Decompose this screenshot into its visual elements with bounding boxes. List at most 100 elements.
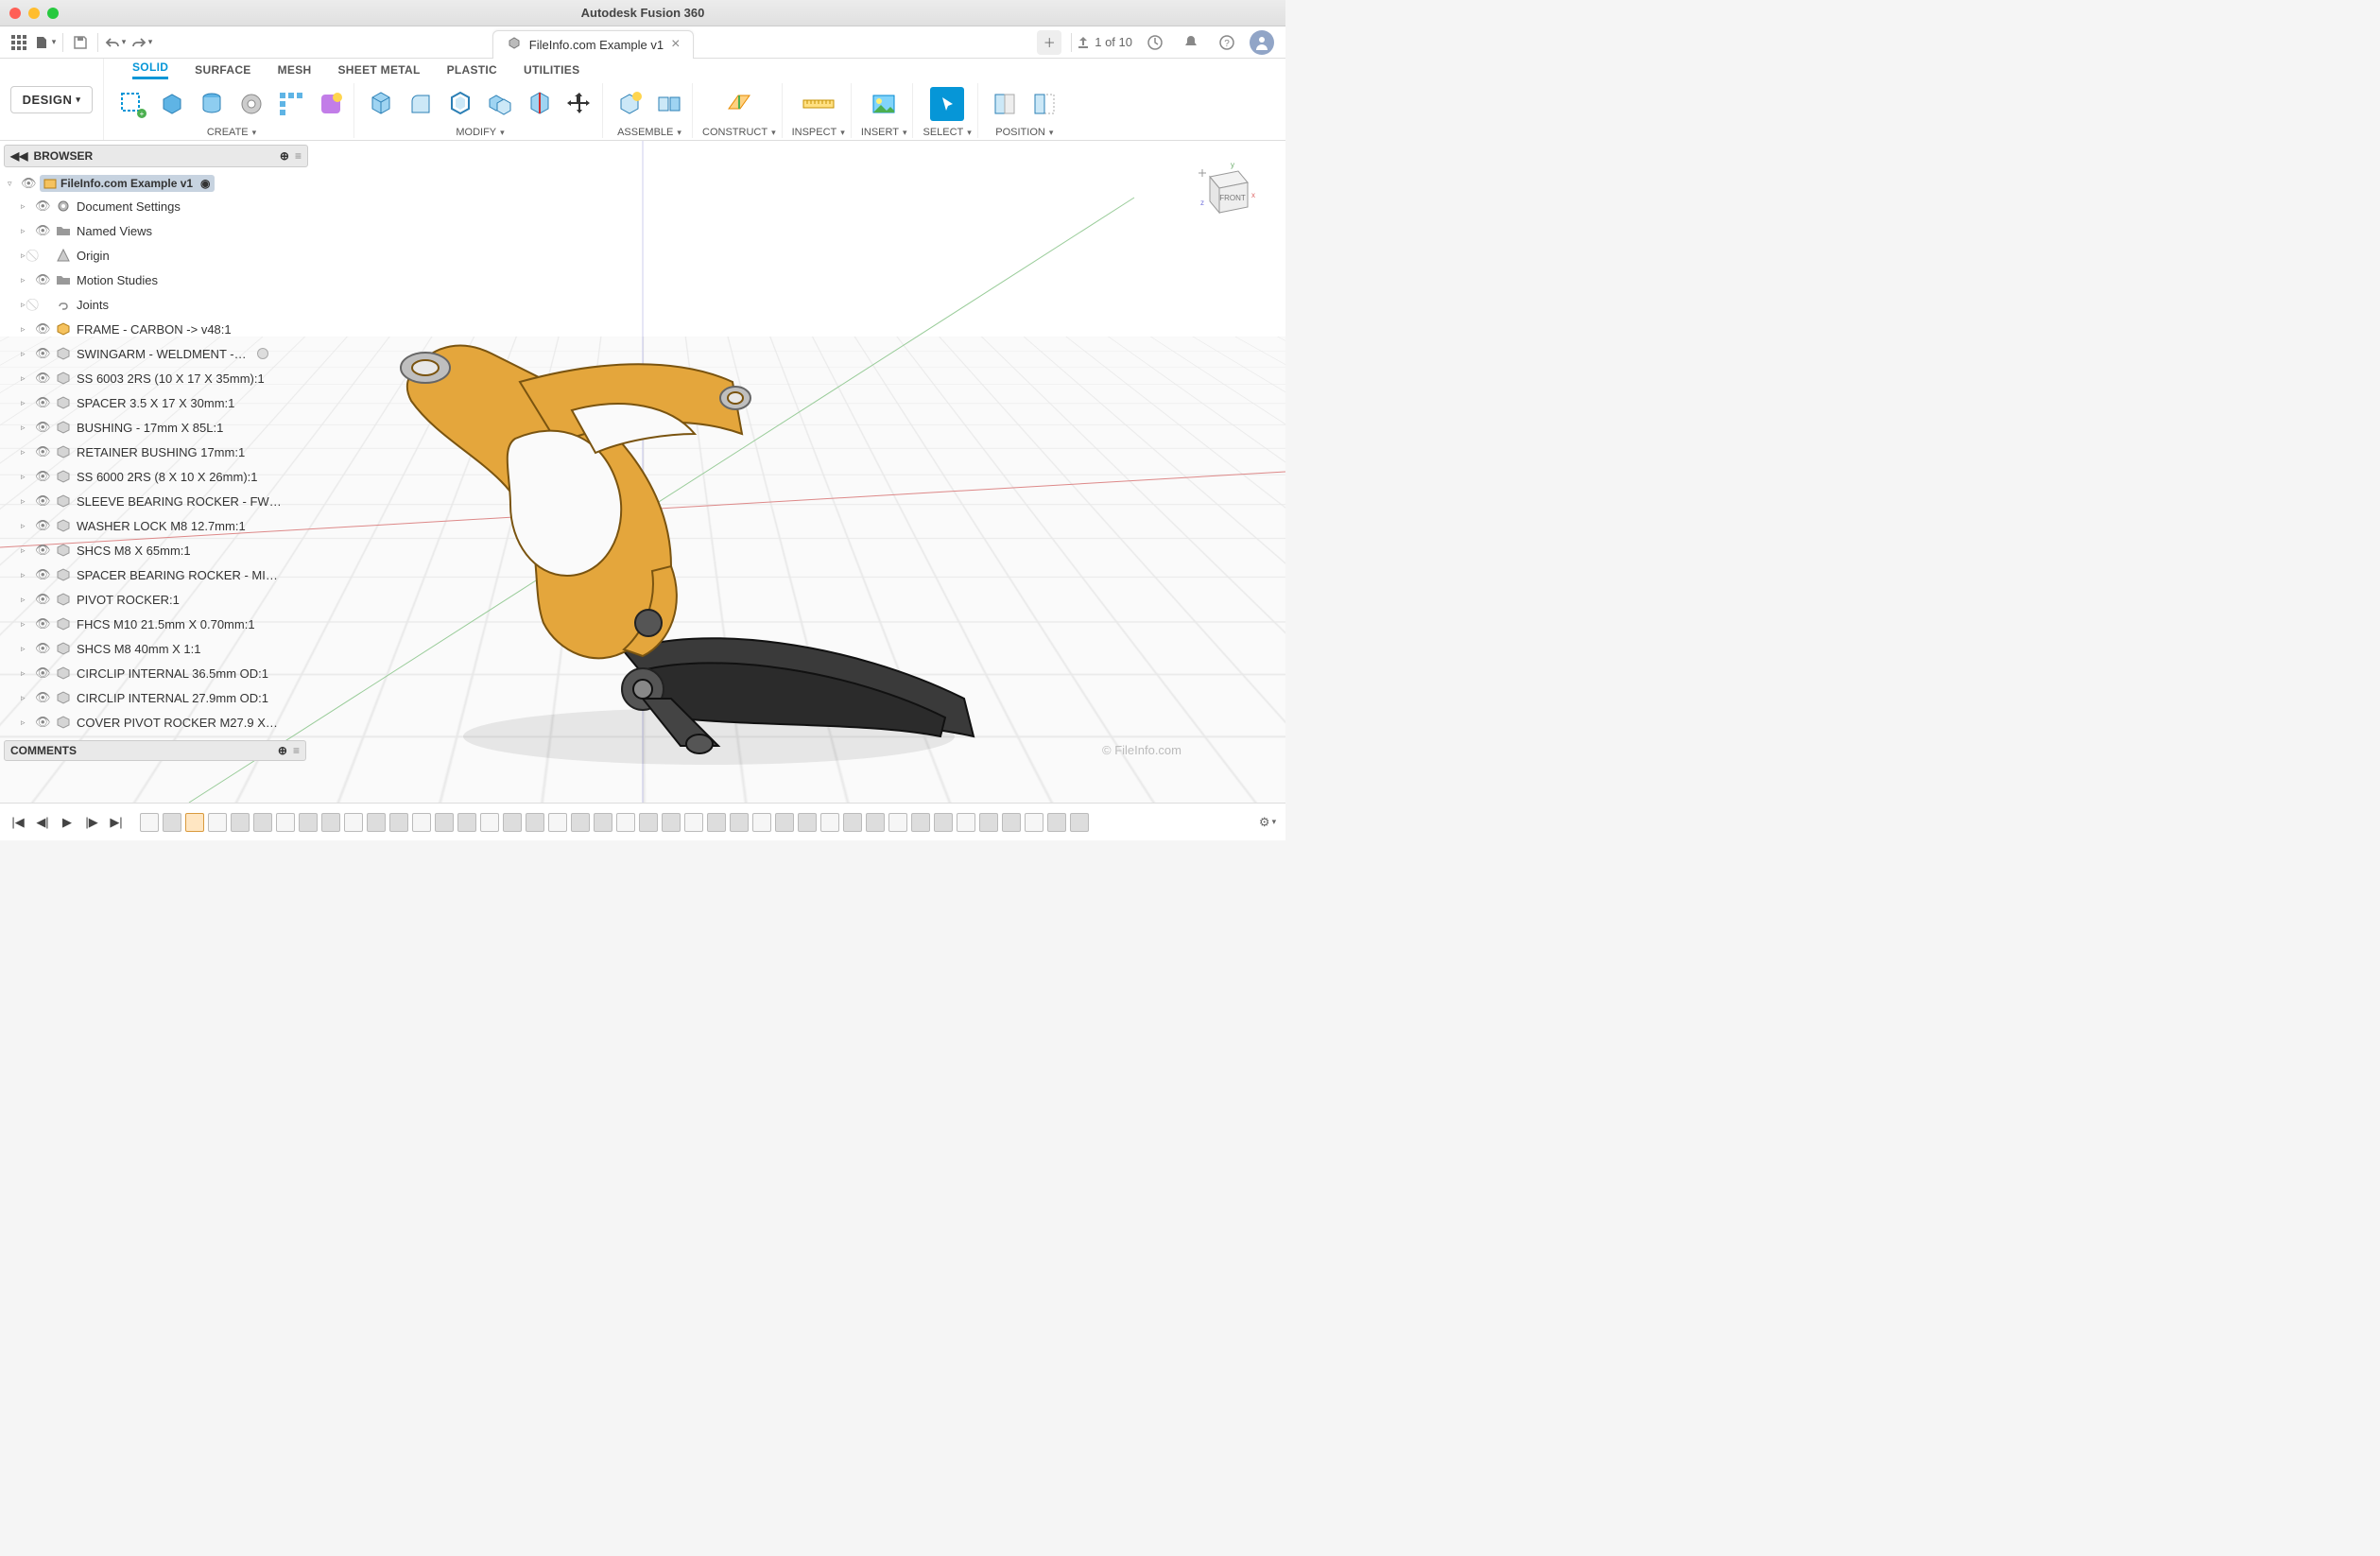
tree-node[interactable]: ▹👁SHCS M8 40mm X 1:1 (8, 636, 308, 661)
timeline-end-button[interactable]: ▶| (106, 812, 127, 833)
expand-icon[interactable]: ▹ (21, 373, 30, 384)
timeline-feature[interactable] (866, 813, 885, 832)
expand-icon[interactable]: ▹ (21, 324, 30, 335)
insert-derive-button[interactable] (867, 87, 901, 121)
tree-node[interactable]: ▹👁SPACER BEARING ROCKER - MI… (8, 562, 308, 587)
tree-node[interactable]: ▹👁SS 6000 2RS (8 X 10 X 26mm):1 (8, 464, 308, 489)
create-form-button[interactable] (155, 87, 189, 121)
combine-button[interactable] (483, 87, 517, 121)
undo-button[interactable] (102, 29, 129, 56)
pattern-button[interactable] (274, 87, 308, 121)
timeline-feature[interactable] (412, 813, 431, 832)
tab-sheet-metal[interactable]: SHEET METAL (338, 63, 421, 79)
workspace-button[interactable]: DESIGN▾ (10, 86, 94, 113)
expand-icon[interactable]: ▹ (21, 226, 30, 236)
expand-icon[interactable]: ▹ (21, 251, 30, 261)
timeline-step-back-button[interactable]: ◀| (32, 812, 53, 833)
expand-icon[interactable]: ▹ (21, 570, 30, 580)
visibility-icon[interactable]: ⃠ (35, 297, 50, 312)
timeline-feature[interactable] (321, 813, 340, 832)
timeline-feature[interactable] (435, 813, 454, 832)
timeline-feature[interactable] (775, 813, 794, 832)
tree-node[interactable]: ▹👁RETAINER BUSHING 17mm:1 (8, 440, 308, 464)
browser-search-icon[interactable]: ⊕ (280, 149, 289, 163)
tree-node[interactable]: ▹👁COVER PIVOT ROCKER M27.9 X… (8, 710, 308, 735)
timeline-features[interactable] (130, 813, 1253, 832)
new-tab-button[interactable]: ＋ (1037, 30, 1061, 55)
visibility-icon[interactable]: ⃠ (35, 248, 50, 263)
create-sketch-button[interactable]: + (115, 87, 149, 121)
group-insert-label[interactable]: INSERT (861, 127, 907, 138)
timeline-feature[interactable] (843, 813, 862, 832)
group-inspect-label[interactable]: INSPECT (792, 127, 845, 138)
tree-node[interactable]: ▹👁Motion Studies (8, 268, 308, 292)
visibility-icon[interactable]: 👁 (35, 371, 50, 386)
timeline-feature[interactable] (299, 813, 318, 832)
visibility-icon[interactable]: 👁 (35, 223, 50, 238)
position-revert-button[interactable] (1027, 87, 1061, 121)
tree-node[interactable]: ▹👁Document Settings (8, 194, 308, 218)
expand-icon[interactable]: ▹ (21, 398, 30, 408)
data-panel-button[interactable] (6, 29, 32, 56)
browser-header[interactable]: ◀◀ BROWSER ⊕ ≡ (4, 145, 308, 167)
revolve-button[interactable] (234, 87, 268, 121)
visibility-icon[interactable]: 👁 (35, 199, 50, 214)
timeline-feature[interactable] (820, 813, 839, 832)
save-button[interactable] (67, 29, 94, 56)
timeline-feature[interactable] (457, 813, 476, 832)
timeline-feature[interactable] (752, 813, 771, 832)
visibility-icon[interactable]: 👁 (35, 543, 50, 558)
timeline-feature[interactable] (571, 813, 590, 832)
timeline-feature[interactable] (1070, 813, 1089, 832)
timeline-feature[interactable] (163, 813, 181, 832)
timeline-feature[interactable] (344, 813, 363, 832)
tree-node[interactable]: ▹👁SPACER 3.5 X 17 X 30mm:1 (8, 390, 308, 415)
visibility-icon[interactable]: 👁 (35, 641, 50, 656)
tree-node[interactable]: ▹👁WASHER LOCK M8 12.7mm:1 (8, 513, 308, 538)
group-select-label[interactable]: SELECT (923, 127, 971, 138)
group-position-label[interactable]: POSITION (995, 127, 1053, 138)
expand-icon[interactable]: ▹ (21, 472, 30, 482)
timeline-options-button[interactable]: ⚙ (1257, 812, 1278, 833)
expand-icon[interactable]: ▿ (8, 179, 17, 189)
tree-node[interactable]: ▹👁BUSHING - 17mm X 85L:1 (8, 415, 308, 440)
visibility-icon[interactable]: 👁 (35, 346, 50, 361)
expand-icon[interactable]: ▹ (21, 668, 30, 679)
tree-node[interactable]: ▹👁SHCS M8 X 65mm:1 (8, 538, 308, 562)
timeline-feature[interactable] (730, 813, 749, 832)
group-modify-label[interactable]: MODIFY (456, 127, 504, 138)
group-create-label[interactable]: CREATE (207, 127, 256, 138)
tree-node[interactable]: ▹👁SLEEVE BEARING ROCKER - FW… (8, 489, 308, 513)
visibility-icon[interactable]: 👁 (35, 469, 50, 484)
press-pull-button[interactable] (364, 87, 398, 121)
zoom-window-button[interactable] (47, 8, 59, 19)
expand-icon[interactable]: ▹ (21, 275, 30, 285)
expand-icon[interactable]: ▹ (21, 545, 30, 556)
shell-button[interactable] (443, 87, 477, 121)
expand-icon[interactable]: ▹ (21, 300, 30, 310)
timeline-play-button[interactable]: ▶ (57, 812, 78, 833)
timeline-step-fwd-button[interactable]: |▶ (81, 812, 102, 833)
tab-plastic[interactable]: PLASTIC (447, 63, 497, 79)
timeline-feature[interactable] (548, 813, 567, 832)
tree-node[interactable]: ▹👁PIVOT ROCKER:1 (8, 587, 308, 612)
timeline-feature[interactable] (888, 813, 907, 832)
visibility-icon[interactable]: 👁 (35, 715, 50, 730)
viewcube[interactable]: FRONT x y z (1191, 160, 1257, 226)
timeline-feature[interactable] (911, 813, 930, 832)
active-component-icon[interactable]: ◉ (200, 177, 210, 190)
tree-node[interactable]: ▹👁FHCS M10 21.5mm X 0.70mm:1 (8, 612, 308, 636)
timeline-feature[interactable] (798, 813, 817, 832)
construction-plane-button[interactable] (722, 87, 756, 121)
visibility-icon[interactable]: 👁 (35, 592, 50, 607)
timeline-feature[interactable] (979, 813, 998, 832)
comments-panel-header[interactable]: COMMENTS ⊕ ≡ (4, 740, 306, 761)
split-body-button[interactable] (523, 87, 557, 121)
tree-root[interactable]: FileInfo.com Example v1 ◉ (40, 175, 215, 192)
expand-icon[interactable]: ▹ (21, 693, 30, 703)
timeline-feature[interactable] (934, 813, 953, 832)
timeline-feature[interactable] (276, 813, 295, 832)
group-construct-label[interactable]: CONSTRUCT (702, 127, 776, 138)
timeline-feature[interactable] (707, 813, 726, 832)
timeline-feature[interactable] (503, 813, 522, 832)
